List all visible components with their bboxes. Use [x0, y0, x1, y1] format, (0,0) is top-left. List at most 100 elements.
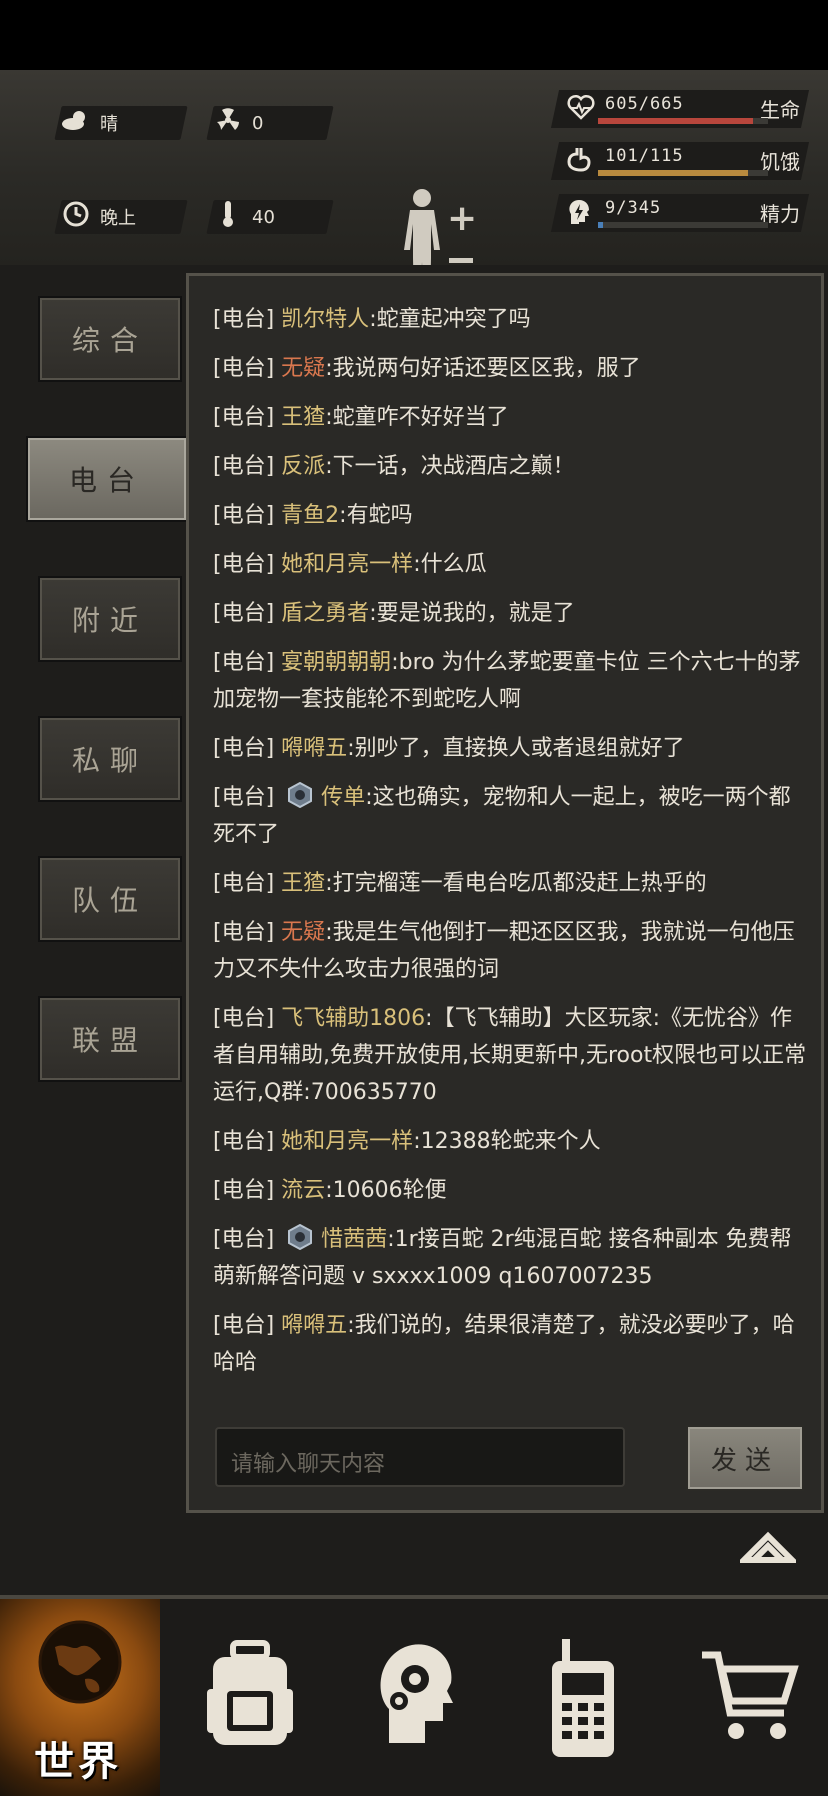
- player-avatar-icon[interactable]: [287, 781, 313, 809]
- message-text: :下一话，决战酒店之巅！: [325, 454, 575, 479]
- radiation-value: 0: [252, 112, 264, 134]
- cart-icon[interactable]: [700, 1647, 800, 1751]
- tab-alliance[interactable]: 联盟: [38, 996, 182, 1082]
- channel-tag: [电台]: [213, 601, 275, 626]
- sender-name[interactable]: 飞飞辅助1806: [281, 1006, 425, 1031]
- chat-message: [电台] 王猹:蛇童咋不好好当了: [213, 399, 808, 436]
- radiation-tag: 0: [206, 106, 334, 140]
- chat-message: [电台] 惜茜茜:1r接百蛇 2r纯混百蛇 接各种副本 免费帮萌新解答问题 v …: [213, 1221, 808, 1295]
- chat-message: [电台] 传单:这也确实，宠物和人一起上，被吃一两个都死不了: [213, 779, 808, 853]
- chat-message: [电台] 青鱼2:有蛇吗: [213, 497, 808, 534]
- weather-text: 晴: [100, 114, 118, 135]
- channel-tag: [电台]: [213, 920, 275, 945]
- chat-message: [电台] 盾之勇者:要是说我的，就是了: [213, 595, 808, 632]
- sender-name[interactable]: 嘚嘚五: [281, 1313, 347, 1338]
- sender-name[interactable]: 惜茜茜: [321, 1227, 387, 1252]
- sender-name[interactable]: 王猹: [281, 871, 325, 896]
- cloud-sun-icon: [58, 108, 94, 138]
- radio-icon[interactable]: [548, 1639, 618, 1763]
- message-text: :蛇童起冲突了吗: [369, 307, 531, 332]
- chat-message: [电台] 嘚嘚五:我们说的，结果很清楚了，就没必要吵了，哈哈哈: [213, 1307, 808, 1381]
- channel-tag: [电台]: [213, 307, 275, 332]
- message-text: :打完榴莲一看电台吃瓜都没赶上热乎的: [325, 871, 707, 896]
- minus-icon[interactable]: [449, 258, 473, 263]
- sender-name[interactable]: 无疑: [281, 356, 325, 381]
- channel-tag: [电台]: [213, 650, 275, 675]
- tab-private[interactable]: 私聊: [38, 716, 182, 802]
- sender-name[interactable]: 她和月亮一样: [281, 552, 413, 577]
- chat-message: [电台] 飞飞辅助1806:【飞飞辅助】大区玩家:《无忧谷》作者自用辅助,免费开…: [213, 1000, 808, 1111]
- message-text: :要是说我的，就是了: [369, 601, 575, 626]
- energy-value: 9/345: [605, 198, 662, 218]
- sender-name[interactable]: 流云: [281, 1178, 325, 1203]
- channel-tag: [电台]: [213, 552, 275, 577]
- chat-message-list[interactable]: [电台] 凯尔特人:蛇童起冲突了吗 [电台] 无疑:我说两句好话还要区区我，服了[…: [213, 301, 808, 1391]
- chat-message: [电台] 反派:下一话，决战酒店之巅！: [213, 448, 808, 485]
- channel-tag: [电台]: [213, 1129, 275, 1154]
- message-text: :蛇童咋不好好当了: [325, 405, 509, 430]
- stomach-icon: [567, 146, 591, 178]
- energy-bar-fill: [598, 222, 604, 228]
- health-value: 605/665: [605, 94, 684, 114]
- channel-tag: [电台]: [213, 1178, 275, 1203]
- chat-message: [电台] 无疑:我说两句好话还要区区我，服了: [213, 350, 808, 387]
- bottom-nav: 世界: [0, 1595, 828, 1796]
- temperature-value: 40: [252, 206, 275, 228]
- chat-message: [电台] 嘚嘚五:别吵了，直接换人或者退组就好了: [213, 730, 808, 767]
- hunger-stat: 101/115 饥饿: [550, 140, 810, 180]
- sender-name[interactable]: 无疑: [281, 920, 325, 945]
- head-gear-icon[interactable]: [375, 1639, 455, 1753]
- energy-stat: 9/345 精力: [550, 192, 810, 232]
- chat-message: [电台] 她和月亮一样:什么瓜: [213, 546, 808, 583]
- chat-message: [电台] 无疑:我是生气他倒打一耙还区区我，我就说一句他压力又不失什么攻击力很强…: [213, 914, 808, 988]
- player-avatar-icon[interactable]: [287, 1223, 313, 1251]
- backpack-icon[interactable]: [205, 1639, 295, 1753]
- hunger-value: 101/115: [605, 146, 684, 166]
- tab-team[interactable]: 队伍: [38, 856, 182, 942]
- sender-name[interactable]: 反派: [281, 454, 325, 479]
- message-text: :什么瓜: [413, 552, 487, 577]
- tab-nearby[interactable]: 附近: [38, 576, 182, 662]
- channel-tag: [电台]: [213, 503, 275, 528]
- chat-input[interactable]: 请输入聊天内容: [215, 1427, 625, 1487]
- message-text: :别吵了，直接换人或者退组就好了: [347, 736, 685, 761]
- sender-name[interactable]: 王猹: [281, 405, 325, 430]
- sender-name[interactable]: 盾之勇者: [281, 601, 369, 626]
- channel-tag: [电台]: [213, 1227, 275, 1252]
- chat-message: [电台] 她和月亮一样:12388轮蛇来个人: [213, 1123, 808, 1160]
- channel-tag: [电台]: [213, 736, 275, 761]
- globe-icon: [38, 1620, 122, 1704]
- channel-tag: [电台]: [213, 785, 275, 810]
- status-bar: [0, 0, 828, 70]
- world-button[interactable]: 世界: [0, 1599, 160, 1796]
- sender-name[interactable]: 传单: [321, 785, 365, 810]
- plus-icon[interactable]: +: [447, 198, 477, 239]
- channel-tag: [电台]: [213, 405, 275, 430]
- weather-tag: 晴: [54, 106, 188, 140]
- send-button[interactable]: 发送: [686, 1425, 804, 1491]
- sender-name[interactable]: 她和月亮一样: [281, 1129, 413, 1154]
- tab-radio[interactable]: 电台: [26, 436, 188, 522]
- collapse-up-icon[interactable]: [736, 1528, 800, 1568]
- lightning-head-icon: [567, 198, 591, 232]
- time-text: 晚上: [100, 208, 136, 229]
- channel-tag: [电台]: [213, 454, 275, 479]
- hunger-bar-fill: [598, 170, 748, 176]
- clock-icon: [58, 201, 94, 233]
- temperature-tag: 40: [206, 200, 334, 234]
- sender-name[interactable]: 凯尔特人: [281, 307, 369, 332]
- health-bar-fill: [598, 118, 753, 124]
- message-text: :有蛇吗: [339, 503, 413, 528]
- tab-general[interactable]: 综合: [38, 296, 182, 382]
- chat-message: [电台] 流云:10606轮便: [213, 1172, 808, 1209]
- channel-tag: [电台]: [213, 356, 275, 381]
- health-stat: 605/665 生命: [550, 88, 810, 128]
- message-text: :10606轮便: [325, 1178, 447, 1203]
- sender-name[interactable]: 青鱼2: [281, 503, 339, 528]
- chat-panel: [电台] 凯尔特人:蛇童起冲突了吗 [电台] 无疑:我说两句好话还要区区我，服了[…: [186, 273, 824, 1513]
- world-label: 世界: [34, 1739, 122, 1785]
- sender-name[interactable]: 嘚嘚五: [281, 736, 347, 761]
- sender-name[interactable]: 宴朝朝朝朝: [281, 650, 391, 675]
- channel-tag: [电台]: [213, 871, 275, 896]
- channel-tag: [电台]: [213, 1313, 275, 1338]
